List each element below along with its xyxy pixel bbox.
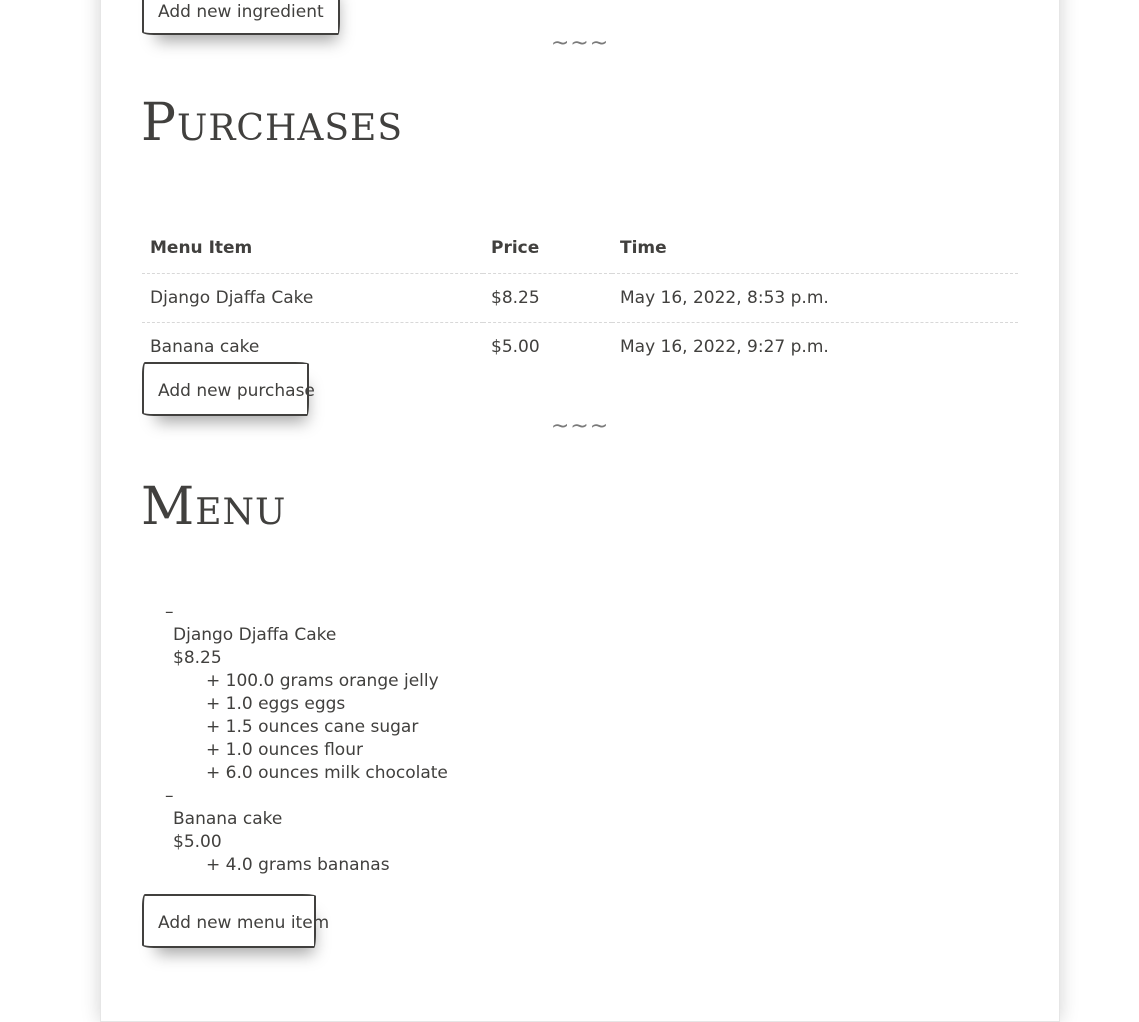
section-divider: ~~~	[550, 414, 610, 439]
menu-item-ingredient: + 100.0 grams orange jelly	[206, 671, 439, 691]
menu-item-name: Django Djaffa Cake	[173, 625, 337, 645]
purchase-price: $8.25	[483, 273, 612, 323]
menu-item-price: $8.25	[173, 648, 222, 668]
menu-item: – Django Djaffa Cake $8.25 + 100.0 grams…	[165, 601, 448, 785]
purchase-time: May 16, 2022, 9:27 p.m.	[620, 337, 829, 357]
column-header-time: Time	[612, 223, 1018, 274]
menu-item-price: $5.00	[173, 832, 222, 852]
list-bullet: –	[165, 602, 174, 622]
menu-title: Menu	[141, 477, 287, 537]
list-bullet: –	[165, 786, 174, 806]
page-container: Add new ingredient ~~~ Purchases Menu It…	[100, 0, 1060, 1022]
menu-item-ingredient: + 4.0 grams bananas	[206, 855, 390, 875]
menu-item-ingredient: + 6.0 ounces milk chocolate	[206, 763, 448, 783]
table-header-row: Menu Item Price Time	[142, 223, 1018, 274]
add-purchase-button[interactable]: Add new purchase	[142, 362, 315, 416]
add-ingredient-button[interactable]: Add new ingredient	[142, 0, 340, 35]
purchase-price: $5.00	[491, 337, 540, 357]
section-divider: ~~~	[550, 31, 610, 56]
column-header-price: Price	[483, 223, 612, 274]
add-menu-item-button[interactable]: Add new menu item	[142, 894, 329, 948]
purchases-table: Menu Item Price Time Django Djaffa Cake …	[142, 223, 1018, 371]
menu-item-ingredient: + 1.5 ounces cane sugar	[206, 717, 419, 737]
menu-item-name: Banana cake	[173, 809, 283, 829]
menu-list: – Django Djaffa Cake $8.25 + 100.0 grams…	[165, 601, 448, 877]
menu-item-ingredient: + 1.0 ounces flour	[206, 740, 363, 760]
menu-item: – Banana cake $5.00 + 4.0 grams bananas	[165, 785, 448, 877]
purchase-item: Django Djaffa Cake	[142, 273, 483, 323]
column-header-menu-item: Menu Item	[142, 223, 483, 274]
table-row: Django Djaffa Cake $8.25 May 16, 2022, 8…	[142, 273, 1018, 323]
purchases-title: Purchases	[141, 93, 403, 153]
purchase-time: May 16, 2022, 8:53 p.m.	[612, 273, 1018, 323]
menu-item-ingredient: + 1.0 eggs eggs	[206, 694, 346, 714]
